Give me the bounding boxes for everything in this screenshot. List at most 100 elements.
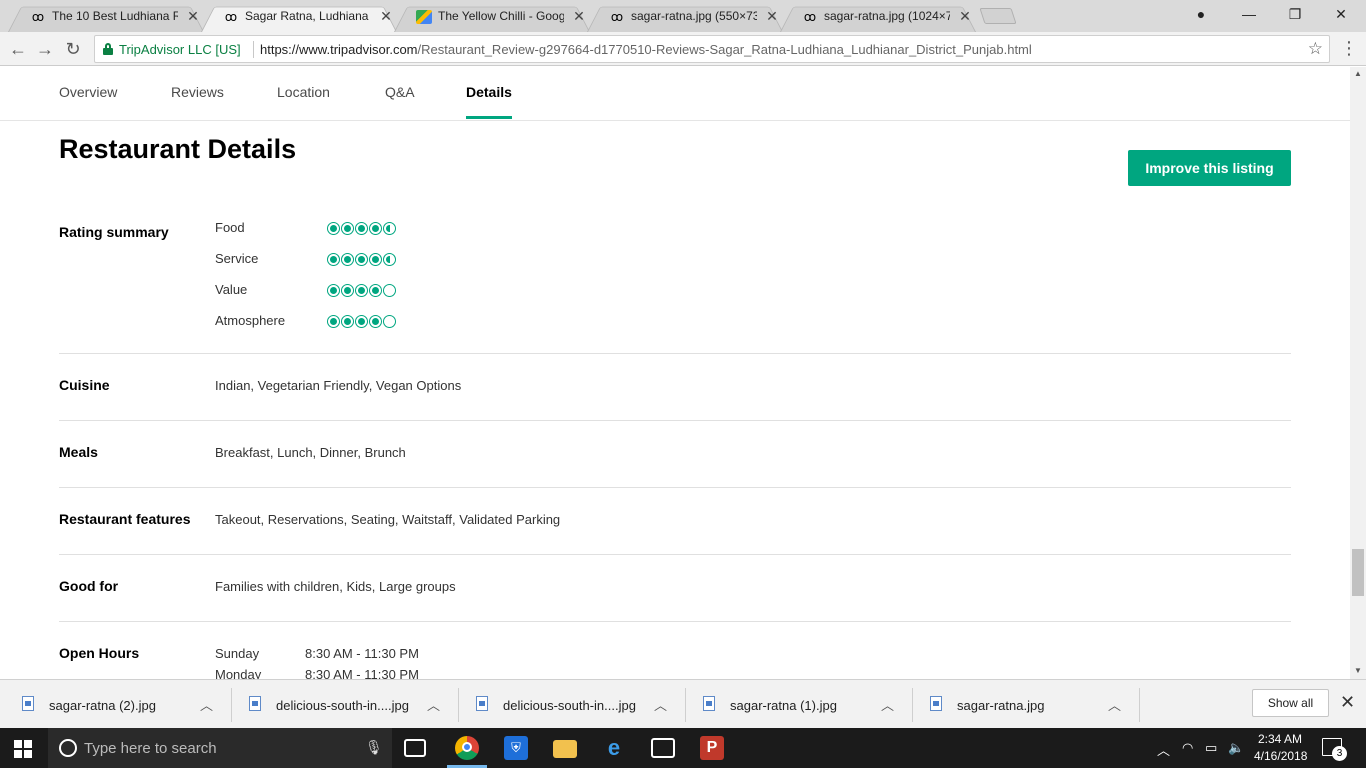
chevron-up-icon[interactable]: ︿ [200,695,213,714]
close-icon[interactable]: ✕ [765,8,779,24]
scroll-up-icon[interactable]: ▲ [1354,69,1362,78]
browser-tab[interactable]: ꝏ sagar-ratna.jpg (1024×7 ✕ [780,2,976,33]
browser-tab[interactable]: The Yellow Chilli - Googl ✕ [394,2,590,33]
nav-reviews[interactable]: Reviews [171,84,224,100]
image-file-icon [22,696,34,711]
download-item[interactable]: sagar-ratna (1).jpg ︿ [703,690,929,720]
rating-service-label: Service [215,251,259,266]
image-file-icon [249,696,261,711]
improve-listing-button[interactable]: Improve this listing [1128,150,1291,186]
chevron-up-icon[interactable]: ︿ [1108,695,1121,714]
divider [59,621,1291,622]
active-tab-indicator [466,116,512,119]
nav-overview[interactable]: Overview [59,84,117,100]
rating-bubble [327,253,340,266]
chrome-icon[interactable] [455,736,479,760]
defender-shield-icon[interactable]: ⛨ [504,736,528,760]
file-explorer-icon[interactable] [553,740,577,758]
divider [59,420,1291,421]
rating-bubble [341,222,354,235]
chevron-up-icon[interactable]: ︿ [654,695,667,714]
taskbar-search[interactable]: Type here to search 🎙 [48,728,392,768]
rating-bubble [341,284,354,297]
lock-icon [103,43,113,55]
divider [685,688,686,722]
edge-icon[interactable]: e [602,736,626,760]
scrollbar-thumb[interactable] [1352,549,1364,596]
tripadvisor-owl-icon: ꝏ [31,10,45,24]
notification-count-badge: 3 [1332,746,1347,761]
divider [1139,688,1140,722]
rating-bubble [383,222,396,235]
features-value: Takeout, Reservations, Seating, Waitstaf… [215,512,561,527]
profile-icon[interactable]: ● [1186,4,1216,24]
tripadvisor-owl-icon: ꝏ [610,10,624,24]
nav-qa[interactable]: Q&A [385,84,415,100]
rating-summary-label: Rating summary [59,224,169,240]
scroll-down-icon[interactable]: ▼ [1354,666,1362,675]
rating-bubble [369,315,382,328]
reload-icon[interactable]: ↻ [61,37,85,61]
divider [912,688,913,722]
browser-tab[interactable]: ꝏ sagar-ratna.jpg (550×73 ✕ [587,2,783,33]
close-icon[interactable]: ✕ [186,8,200,24]
rating-bubble [341,315,354,328]
windows-start-icon[interactable] [14,740,32,758]
wifi-icon[interactable]: ◠ [1182,740,1193,756]
chevron-up-icon[interactable]: ︿ [427,695,440,714]
rating-bubble [369,253,382,266]
nav-location[interactable]: Location [277,84,330,100]
chevron-up-icon[interactable]: ︿ [881,695,894,714]
close-icon[interactable]: ✕ [958,8,972,24]
close-icon[interactable]: ✕ [572,8,586,24]
system-clock[interactable]: 2:34 AM 4/16/2018 [1254,731,1307,765]
page-content: Overview Reviews Location Q&A Details Re… [0,67,1350,679]
rating-food-label: Food [215,220,245,235]
address-bar[interactable]: TripAdvisor LLC [US] https://www.tripadv… [94,35,1330,63]
divider [231,688,232,722]
download-item[interactable]: sagar-ratna (2).jpg ︿ [22,690,248,720]
download-item[interactable]: sagar-ratna.jpg ︿ [930,690,1156,720]
close-shelf-icon[interactable]: ✕ [1340,692,1355,713]
browser-tab-active[interactable]: ꝏ Sagar Ratna, Ludhiana - A ✕ [201,2,397,33]
menu-icon[interactable]: ⋮ [1340,37,1358,61]
task-view-icon[interactable] [404,739,426,757]
forward-icon[interactable]: → [33,37,57,61]
close-icon[interactable]: ✕ [379,8,393,24]
back-icon[interactable]: ← [6,37,30,61]
show-all-downloads-button[interactable]: Show all [1252,689,1329,717]
battery-icon[interactable]: ▭ [1205,740,1217,756]
good-for-value: Families with children, Kids, Large grou… [215,579,456,594]
rating-bubble [369,284,382,297]
psiphon-icon[interactable]: P [700,736,724,760]
google-maps-icon [416,10,432,24]
minimize-icon[interactable]: — [1234,4,1264,24]
hours-day: Monday [215,667,262,679]
rating-bubble [383,315,396,328]
window-close-icon[interactable]: ✕ [1326,4,1356,24]
browser-tab[interactable]: ꝏ The 10 Best Ludhiana Re ✕ [8,2,204,33]
chevron-up-icon[interactable]: ︿ [1157,740,1170,759]
download-filename: sagar-ratna.jpg [957,698,1045,713]
store-icon[interactable] [651,738,675,758]
rating-bubble [341,253,354,266]
download-item[interactable]: delicious-south-in....jpg ︿ [476,690,702,720]
rating-bubble [327,284,340,297]
volume-icon[interactable]: 🔈 [1228,740,1244,756]
nav-details[interactable]: Details [466,84,512,100]
microphone-icon[interactable]: 🎙 [365,739,383,756]
url-path: /Restaurant_Review-g297664-d1770510-Revi… [417,42,1032,57]
clock-time: 2:34 AM [1257,732,1303,746]
features-label: Restaurant features [59,511,191,527]
secure-label: TripAdvisor LLC [US] [119,42,241,57]
restore-icon[interactable]: ❐ [1280,4,1310,24]
rating-bubble [383,253,396,266]
bookmark-star-icon[interactable]: ☆ [1308,39,1323,59]
download-item[interactable]: delicious-south-in....jpg ︿ [249,690,475,720]
meals-value: Breakfast, Lunch, Dinner, Brunch [215,445,406,460]
rating-food-bubbles [327,222,399,236]
new-tab-button[interactable] [979,8,1017,24]
url-text[interactable]: https://www.tripadvisor.com/Restaurant_R… [260,42,1032,57]
meals-label: Meals [59,444,98,460]
download-shelf: sagar-ratna (2).jpg ︿ delicious-south-in… [0,679,1366,728]
